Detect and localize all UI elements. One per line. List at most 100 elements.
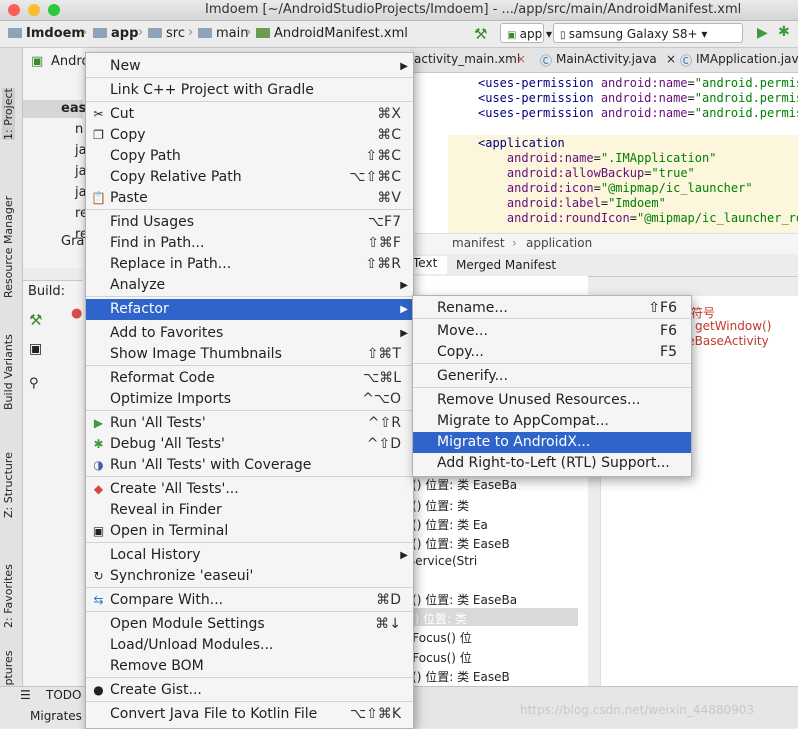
menu-item-create-all-tests[interactable]: ◆ Create 'All Tests'... (86, 479, 413, 500)
console-icon[interactable]: ▣ (29, 341, 42, 357)
menu-item-label: Run 'All Tests' (110, 415, 206, 431)
submenu-item-generify[interactable]: Generify... (413, 366, 691, 387)
menu-item-find-in-path[interactable]: Find in Path... ⇧⌘F (86, 233, 413, 254)
menu-item-replace-in-path[interactable]: Replace in Path... ⇧⌘R (86, 254, 413, 275)
menu-item-reformat-code[interactable]: Reformat Code ⌥⌘L (86, 368, 413, 389)
menu-item-run-all-tests-with-coverage[interactable]: ◑ Run 'All Tests' with Coverage (86, 455, 413, 476)
menu-item-remove-bom[interactable]: Remove BOM (86, 656, 413, 677)
tab-resource-manager[interactable]: Resource Manager (2, 196, 15, 298)
menu-item-paste[interactable]: 📋 Paste ⌘V (86, 188, 413, 209)
tab-merged-manifest[interactable]: Merged Manifest (456, 258, 556, 272)
menu-item-find-usages[interactable]: Find Usages ⌥F7 (86, 212, 413, 233)
menu-item-load-unload-modules[interactable]: Load/Unload Modules... (86, 635, 413, 656)
breadcrumb-project[interactable]: Imdoem (8, 26, 85, 41)
breadcrumb-file[interactable]: AndroidManifest.xml (256, 26, 408, 41)
code-editor[interactable]: <uses-permission android:name="android.p… (410, 73, 798, 233)
menu-item-convert-java-file-to-kotlin-file[interactable]: Convert Java File to Kotlin File ⌥⇧⌘K (86, 704, 413, 725)
menu-item-create-gist[interactable]: ● Create Gist... (86, 680, 413, 701)
submenu-item-add-right-to-left-rtl-support[interactable]: Add Right-to-Left (RTL) Support... (413, 453, 691, 474)
manifest-view-tabs: Text Merged Manifest (410, 254, 798, 277)
breadcrumb-separator: › (512, 236, 517, 250)
breadcrumb-application[interactable]: application (526, 236, 592, 250)
pin-icon[interactable]: ⚲ (29, 376, 39, 391)
submenu-item-rename[interactable]: Rename... ⇧F6 (413, 298, 691, 319)
menu-item-label: Debug 'All Tests' (110, 436, 225, 452)
submenu-item-migrate-to-androidx[interactable]: Migrate to AndroidX... (413, 432, 691, 453)
menu-separator (86, 209, 413, 210)
code-line: android:roundIcon="@mipmap/ic_launcher_r… (506, 211, 798, 225)
breadcrumb-manifest[interactable]: manifest (452, 236, 505, 250)
breadcrumb-src[interactable]: src (148, 26, 185, 41)
menu-item-new[interactable]: New ▶ (86, 56, 413, 77)
menu-separator (86, 296, 413, 297)
close-window-icon[interactable] (8, 4, 20, 16)
menu-item-label: Reveal in Finder (110, 502, 222, 518)
menu-item-copy-relative-path[interactable]: Copy Relative Path ⌥⇧⌘C (86, 167, 413, 188)
run-icon[interactable]: ▶ (757, 25, 768, 41)
menu-item-open-in-terminal[interactable]: ▣ Open in Terminal (86, 521, 413, 542)
todo-icon: ☰ (20, 688, 31, 702)
menu-item-analyze[interactable]: Analyze ▶ (86, 275, 413, 296)
run-config-select[interactable]: ▣ app ▾ (500, 23, 552, 43)
submenu-item-copy[interactable]: Copy... F5 (413, 342, 691, 363)
menu-item-shortcut: ⌘X (377, 106, 401, 122)
tab-imapplication[interactable]: IMApplication.java (696, 52, 798, 66)
menu-item-cut[interactable]: ✂ Cut ⌘X (86, 104, 413, 125)
menu-item-optimize-imports[interactable]: Optimize Imports ^⌥O (86, 389, 413, 410)
submenu-item-move[interactable]: Move... F6 (413, 321, 691, 342)
project-view-selector[interactable]: Andro (51, 54, 89, 69)
menu-item-add-to-favorites[interactable]: Add to Favorites ▶ (86, 323, 413, 344)
editor-tab-bar: activity_main.xml × Ⓒ MainActivity.java … (410, 48, 798, 73)
debug-run-icon[interactable]: ✱ (778, 24, 790, 40)
device-select[interactable]: ▯ samsung Galaxy S8+ ▾ (553, 23, 743, 43)
breadcrumb-main[interactable]: main (198, 26, 248, 41)
breadcrumb-module[interactable]: app (93, 26, 138, 41)
menu-item-label: Remove BOM (110, 658, 204, 674)
tab-text[interactable]: Text (410, 256, 447, 274)
hammer-icon[interactable]: ⚒ (29, 311, 42, 329)
zoom-window-icon[interactable] (48, 4, 60, 16)
tab-build-variants[interactable]: Build Variants (2, 334, 15, 410)
menu-separator (86, 587, 413, 588)
menu-item-reveal-in-finder[interactable]: Reveal in Finder (86, 500, 413, 521)
tab-main-activity[interactable]: MainActivity.java (556, 52, 657, 66)
menu-item-label: Open Module Settings (110, 616, 265, 632)
menu-item-debug-all-tests[interactable]: ✱ Debug 'All Tests' ^⇧D (86, 434, 413, 455)
tab-structure[interactable]: Z: Structure (2, 452, 15, 518)
menu-item-local-history[interactable]: Local History ▶ (86, 545, 413, 566)
tab-favorites[interactable]: 2: Favorites (2, 564, 15, 628)
submenu-item-remove-unused-resources[interactable]: Remove Unused Resources... (413, 390, 691, 411)
tab-todo[interactable]: TODO (46, 688, 81, 702)
menu-item-copy-path[interactable]: Copy Path ⇧⌘C (86, 146, 413, 167)
github-icon: ● (93, 683, 104, 697)
tab-project[interactable]: 1: Project (2, 88, 15, 140)
close-icon[interactable]: × (516, 52, 526, 66)
menu-item-copy[interactable]: ❐ Copy ⌘C (86, 125, 413, 146)
submenu-item-label: Copy... (437, 344, 484, 360)
submenu-item-shortcut: F6 (660, 323, 677, 339)
close-icon[interactable]: × (666, 52, 676, 66)
menu-item-shortcut: ⌘D (376, 592, 401, 608)
menu-item-run-all-tests[interactable]: ▶ Run 'All Tests' ^⇧R (86, 413, 413, 434)
menu-item-label: Refactor (110, 301, 169, 317)
submenu-item-migrate-to-appcompat[interactable]: Migrate to AppCompat... (413, 411, 691, 432)
hammer-build-icon[interactable]: ⚒ (474, 25, 487, 43)
code-line: android:allowBackup="true" (506, 166, 695, 180)
menu-item-label: Optimize Imports (110, 391, 231, 407)
menu-item-show-image-thumbnails[interactable]: Show Image Thumbnails ⇧⌘T (86, 344, 413, 365)
menu-item-label: Copy Path (110, 148, 181, 164)
menu-item-label: New (110, 58, 141, 74)
menu-item-synchronize-easeui[interactable]: ↻ Synchronize 'easeui' (86, 566, 413, 587)
menu-item-link-c-project-with-gradle[interactable]: Link C++ Project with Gradle (86, 80, 413, 101)
menu-item-refactor[interactable]: Refactor ▶ (86, 299, 413, 320)
menu-item-open-module-settings[interactable]: Open Module Settings ⌘↓ (86, 614, 413, 635)
tab-activity-main[interactable]: activity_main.xml (414, 52, 520, 66)
menu-item-label: Load/Unload Modules... (110, 637, 274, 653)
menu-item-shortcut: ⇧⌘F (367, 235, 401, 251)
menu-item-shortcut: ⌘V (377, 190, 401, 206)
menu-item-compare-with[interactable]: ⇆ Compare With... ⌘D (86, 590, 413, 611)
submenu-arrow-icon: ▶ (400, 328, 408, 339)
tree-item[interactable]: n (75, 122, 83, 137)
detail-line: seBaseActivity (681, 334, 769, 348)
minimize-window-icon[interactable] (28, 4, 40, 16)
